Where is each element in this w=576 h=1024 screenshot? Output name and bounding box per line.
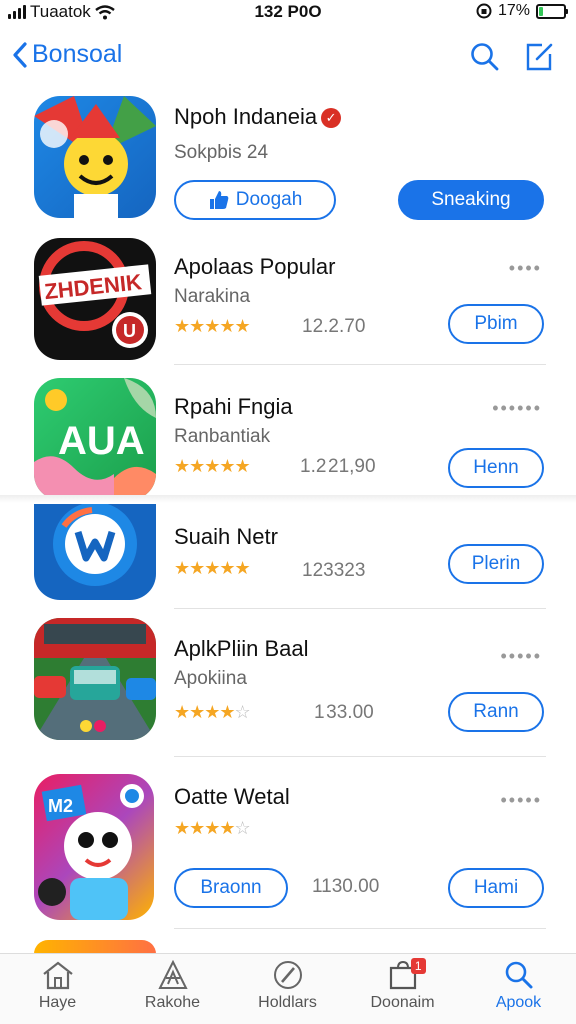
- featured-title-text: Npoh Indaneia: [174, 104, 318, 129]
- rating-count: 1.2 21,90: [300, 456, 376, 477]
- tab-games[interactable]: Rakohe: [115, 960, 230, 1012]
- rating-stars: ★★★★★: [174, 558, 251, 578]
- app-subtitle: Narakina: [174, 286, 251, 307]
- tab-apps[interactable]: Holdlars: [230, 960, 345, 1012]
- app-icon: M2: [34, 774, 154, 920]
- featured-app[interactable]: Npoh Indaneia ✓ Sokpbis 24 Doogah Sneakin…: [0, 96, 576, 226]
- section-shadow: [0, 495, 576, 503]
- rating-count: 12.2.70: [302, 316, 366, 337]
- rating-stars: ★★★★☆: [174, 818, 251, 838]
- get-button[interactable]: Sneaking: [398, 180, 544, 220]
- divider: [174, 928, 546, 929]
- app-icon: AUA: [34, 378, 156, 500]
- rating-stars: ★★★★☆: [174, 702, 251, 722]
- battery-icon: [536, 3, 568, 19]
- navigation-bar: Bonsoal: [0, 34, 576, 84]
- tab-home[interactable]: Haye: [0, 960, 115, 1012]
- tab-label: Haye: [38, 994, 77, 1011]
- tab-label: Doonaim: [370, 994, 435, 1011]
- secondary-button[interactable]: Braonn: [174, 868, 288, 908]
- app-icon: [34, 618, 156, 740]
- tab-label: Rakohe: [144, 994, 201, 1011]
- svg-text:U: U: [123, 321, 136, 341]
- list-item[interactable]: AplkPliin Baal Apokiina ★★★★☆ 1 33.00 ••…: [0, 618, 576, 758]
- lock-rotation-icon: [476, 3, 492, 19]
- status-bar: Tuaatok 132 P0O 17%: [0, 0, 576, 26]
- app-subtitle: Ranbantiak: [174, 426, 271, 447]
- app-icon: ZHDENIK U: [34, 238, 156, 360]
- thumbs-up-icon: [209, 191, 229, 209]
- app-title: AplkPliin Baal: [174, 636, 309, 661]
- like-button[interactable]: Doogah: [174, 180, 336, 220]
- app-action-button[interactable]: Pbim: [448, 304, 544, 344]
- app-title: Suaih Netr: [174, 524, 278, 549]
- games-icon: [157, 960, 188, 989]
- featured-title: Npoh Indaneia ✓: [174, 104, 342, 130]
- list-item[interactable]: Suaih Netr ★★★★★ 123323 Plerin: [0, 504, 576, 610]
- more-icon[interactable]: •••••: [500, 646, 542, 667]
- app-action-button[interactable]: Rann: [448, 692, 544, 732]
- featured-app-icon: [34, 96, 156, 218]
- badge-count: 1: [410, 958, 426, 974]
- apps-icon: [273, 961, 302, 989]
- list-item[interactable]: ZHDENIK U Apolaas Popular Narakina ★★★★★…: [0, 238, 576, 366]
- app-subtitle: Apokiina: [174, 668, 247, 689]
- app-title: Apolaas Popular: [174, 254, 336, 279]
- app-action-button[interactable]: Henn: [448, 448, 544, 488]
- rating-count: 123323: [302, 560, 366, 581]
- search-icon[interactable]: [470, 42, 500, 72]
- compose-icon[interactable]: [524, 42, 554, 72]
- app-icon: [34, 940, 156, 954]
- app-title: Oatte Wetal: [174, 784, 290, 809]
- more-icon[interactable]: •••••: [500, 790, 542, 811]
- app-icon: [34, 504, 156, 600]
- featured-subtitle: Sokpbis 24: [174, 142, 269, 163]
- rating-stars: ★★★★★: [174, 456, 251, 476]
- app-action-button[interactable]: Hami: [448, 868, 544, 908]
- more-icon[interactable]: ••••••: [492, 398, 542, 419]
- rating-stars: ★★★★★: [174, 316, 251, 336]
- back-label: Bonsoal: [32, 40, 123, 68]
- like-button-label: Doogah: [235, 189, 303, 210]
- tab-search[interactable]: Apook: [461, 960, 576, 1012]
- app-title: Rpahi Fngia: [174, 394, 293, 419]
- tab-label: Apook: [495, 994, 542, 1011]
- svg-text:AUA: AUA: [58, 419, 145, 463]
- tab-bar: Haye Rakohe Holdlars 1 Doonaim Apook: [0, 953, 576, 1024]
- back-button[interactable]: Bonsoal: [12, 40, 122, 69]
- home-icon: [42, 961, 73, 990]
- divider: [174, 608, 546, 609]
- rating-count: 1 33.00: [314, 702, 374, 723]
- list-item[interactable]: AUA Rpahi Fngia Ranbantiak ★★★★★ 1.2 21,…: [0, 378, 576, 500]
- divider: [174, 756, 546, 757]
- search-icon: [505, 961, 532, 989]
- tab-updates[interactable]: 1 Doonaim: [345, 958, 460, 1012]
- tab-label: Holdlars: [258, 994, 317, 1011]
- divider: [174, 364, 546, 365]
- app-action-button[interactable]: Plerin: [448, 544, 544, 584]
- more-icon[interactable]: ••••: [509, 258, 542, 279]
- list-item[interactable]: M2 Oatte Wetal ★★★★☆ ••••• Braonn 1130.0…: [0, 770, 576, 930]
- chevron-left-icon: [13, 41, 27, 68]
- battery-percent: 17%: [497, 2, 530, 19]
- svg-text:M2: M2: [48, 796, 73, 816]
- verified-badge-icon: ✓: [321, 108, 342, 129]
- rating-count: 1130.00: [312, 876, 380, 897]
